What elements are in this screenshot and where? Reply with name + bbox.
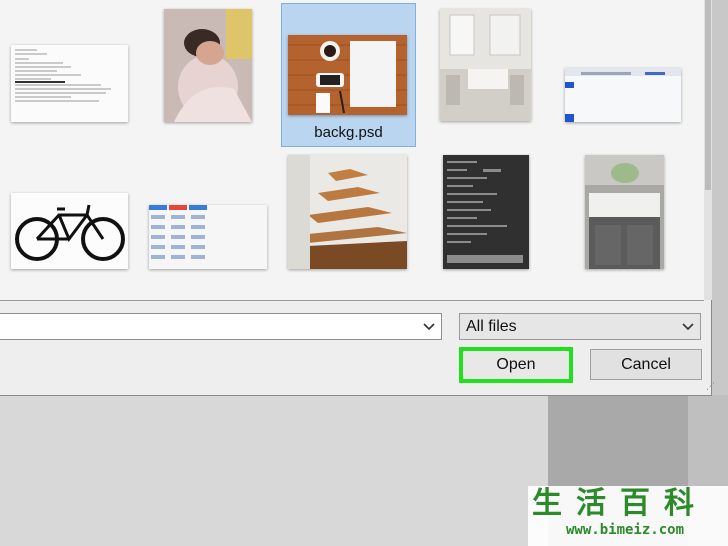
baby-photo-thumbnail[interactable] bbox=[164, 9, 252, 122]
stairs-image bbox=[288, 155, 407, 269]
open-button[interactable]: Open bbox=[459, 347, 573, 383]
chevron-down-icon bbox=[682, 323, 694, 331]
resize-grip-icon[interactable]: ⋰ bbox=[706, 382, 715, 394]
screenshot-image bbox=[565, 68, 681, 122]
file-name-input[interactable] bbox=[0, 313, 442, 340]
scrollbar-thumb[interactable] bbox=[705, 0, 711, 190]
file-type-dropdown[interactable]: All files bbox=[459, 313, 701, 340]
table-image bbox=[149, 205, 267, 269]
watermark-logo: 生活百科 bbox=[532, 486, 708, 521]
kitchen-photo-image bbox=[440, 9, 531, 121]
table-image-thumbnail[interactable] bbox=[149, 205, 267, 269]
document-thumbnail[interactable] bbox=[11, 45, 128, 122]
kitchen-photo-thumbnail[interactable] bbox=[440, 9, 531, 121]
watermark: 生活百科 www.bimeiz.com bbox=[528, 486, 728, 546]
settings-screenshot-image bbox=[443, 155, 529, 269]
sink-image bbox=[585, 155, 664, 269]
open-button-label: Open bbox=[496, 356, 536, 373]
file-type-label: All files bbox=[466, 318, 517, 335]
chevron-down-icon[interactable] bbox=[421, 317, 437, 335]
desk-photo-thumbnail[interactable] bbox=[288, 35, 407, 115]
bicycle-photo-thumbnail[interactable] bbox=[11, 193, 128, 269]
cancel-button[interactable]: Cancel bbox=[590, 349, 702, 380]
cancel-button-label: Cancel bbox=[621, 355, 671, 373]
settings-screenshot-thumbnail[interactable] bbox=[443, 155, 529, 269]
stairs-photo-thumbnail[interactable] bbox=[288, 155, 407, 269]
screenshot-thumbnail[interactable] bbox=[565, 68, 681, 122]
bicycle-image bbox=[11, 193, 128, 269]
background-desktop bbox=[0, 396, 548, 546]
watermark-url: www.bimeiz.com bbox=[566, 522, 685, 538]
selected-file-name[interactable]: backg.psd bbox=[281, 124, 416, 141]
baby-photo-image bbox=[164, 9, 252, 122]
sink-photo-thumbnail[interactable] bbox=[585, 155, 664, 269]
document-image bbox=[15, 49, 111, 102]
open-file-dialog: backg.psd All files Open Cancel ⋰ bbox=[0, 0, 715, 396]
desk-photo-image bbox=[288, 35, 407, 115]
